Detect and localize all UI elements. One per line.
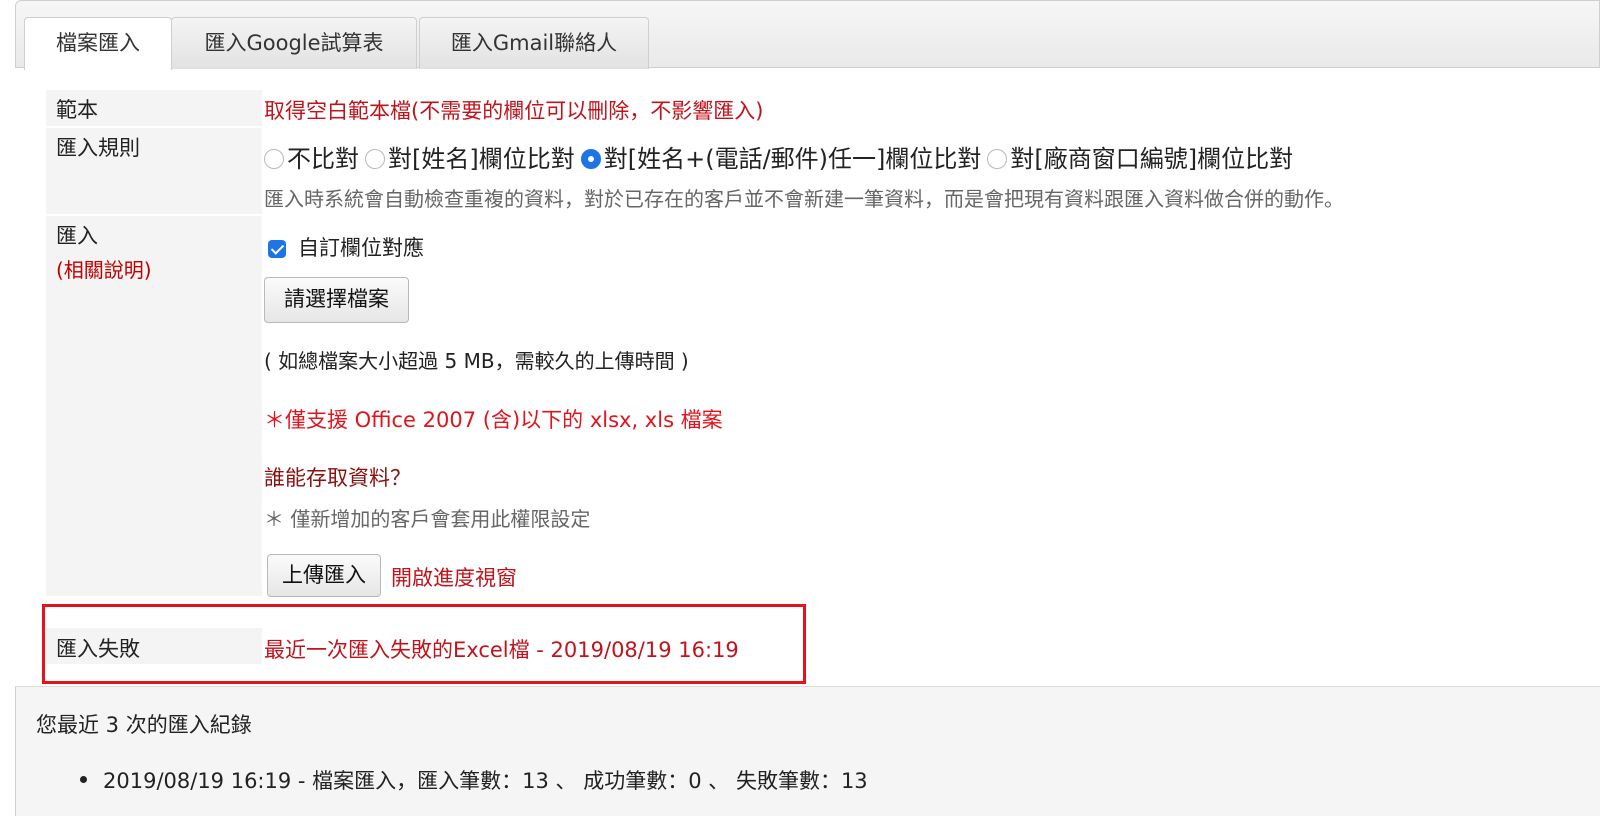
import-fail-highlight-box: [42, 604, 806, 684]
rule-option-compare-vendor-id[interactable]: 對[廠商窗口編號]欄位比對: [987, 139, 1293, 174]
import-page: 檔案匯入 匯入Google試算表 匯入Gmail聯絡人 範本 取得空白範本檔(不…: [0, 0, 1600, 816]
import-history-title: 您最近 3 次的匯入紀錄: [36, 713, 252, 737]
radio-no-compare[interactable]: [264, 149, 284, 169]
import-rule-label: 匯入規則: [56, 136, 140, 160]
rule-option-label: 對[姓名+(電話/郵件)任一]欄位比對: [603, 144, 982, 173]
rule-option-compare-name[interactable]: 對[姓名]欄位比對: [365, 139, 575, 174]
open-progress-window-link[interactable]: 開啟進度視窗: [391, 562, 517, 592]
import-history-item-text: 2019/08/19 16:19 - 檔案匯入，匯入筆數：13 、 成功筆數：0…: [103, 769, 868, 793]
radio-compare-vendor-id[interactable]: [987, 149, 1008, 169]
rule-option-no-compare[interactable]: 不比對: [264, 139, 359, 174]
import-label: 匯入: [56, 224, 98, 248]
rule-option-label: 不比對: [287, 144, 359, 173]
custom-mapping-checkbox-row[interactable]: 自訂欄位對應: [268, 232, 424, 262]
import-rule-note: 匯入時系統會自動檢查重複的資料，對於已存在的客戶並不會新建一筆資料，而是會把現有…: [264, 187, 1344, 211]
radio-compare-name-phone-email[interactable]: [580, 149, 601, 169]
import-help-link[interactable]: (相關說明): [56, 254, 152, 283]
import-history-section: 您最近 3 次的匯入紀錄 2019/08/19 16:19 - 檔案匯入，匯入筆…: [15, 686, 1600, 816]
tab-gmail-contacts-import[interactable]: 匯入Gmail聯絡人: [419, 17, 649, 69]
supported-format-note: ＊僅支援 Office 2007 (含)以下的 xlsx, xls 檔案: [264, 408, 723, 432]
rule-option-label: 對[廠商窗口編號]欄位比對: [1010, 144, 1294, 173]
file-size-note: ( 如總檔案大小超過 5 MB，需較久的上傳時間 ): [264, 349, 689, 373]
custom-mapping-label: 自訂欄位對應: [298, 236, 424, 260]
radio-compare-name[interactable]: [365, 149, 385, 169]
tab-google-sheets-import[interactable]: 匯入Google試算表: [171, 17, 417, 69]
data-access-title: 誰能存取資料？: [264, 466, 411, 490]
template-download-link[interactable]: 取得空白範本檔(不需要的欄位可以刪除，不影響匯入): [264, 95, 763, 125]
data-access-note: ＊ 僅新增加的客戶會套用此權限設定: [264, 507, 591, 531]
import-history-item: 2019/08/19 16:19 - 檔案匯入，匯入筆數：13 、 成功筆數：0…: [80, 765, 868, 795]
import-history-list: 2019/08/19 16:19 - 檔案匯入，匯入筆數：13 、 成功筆數：0…: [80, 765, 868, 795]
tab-bar: 檔案匯入 匯入Google試算表 匯入Gmail聯絡人: [15, 0, 1600, 70]
upload-import-button[interactable]: 上傳匯入: [267, 554, 381, 597]
bullet-icon: [80, 776, 87, 783]
rule-option-compare-name-phone-email[interactable]: 對[姓名+(電話/郵件)任一]欄位比對: [580, 139, 982, 174]
template-label: 範本: [56, 98, 98, 122]
choose-file-button[interactable]: 請選擇檔案: [264, 277, 409, 323]
import-rule-radio-group: 不比對 對[姓名]欄位比對 對[姓名+(電話/郵件)任一]欄位比對 對[廠商窗口…: [264, 139, 1299, 174]
rule-option-label: 對[姓名]欄位比對: [388, 144, 575, 173]
custom-mapping-checkbox[interactable]: [268, 240, 286, 258]
tab-file-import[interactable]: 檔案匯入: [24, 17, 172, 70]
